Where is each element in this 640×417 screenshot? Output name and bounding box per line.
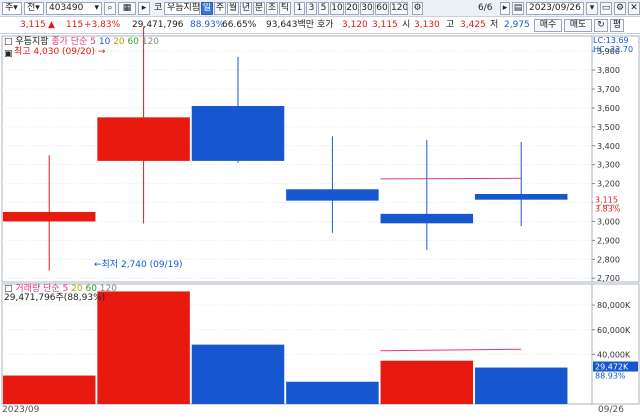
candle-body [286, 189, 379, 201]
candle-body [380, 213, 474, 224]
legend-period-5: 5 [90, 37, 96, 47]
price-tick-label: 3,700 [597, 85, 620, 94]
price-tick-label: 3,200 [597, 180, 620, 189]
volume-bar [380, 360, 474, 404]
high-annotation: 최고 4,030 (09/20) → [14, 47, 105, 58]
volume-bar [474, 367, 568, 404]
low-annotation-text: 최저 2,740 (09/19) [101, 260, 183, 270]
current-volume-tag: 29,472K [595, 363, 629, 372]
legend-stock-name: 우듬지팜 [15, 37, 49, 47]
legend-ma-label: 종가 단순 [51, 37, 88, 47]
price-tick-label: 2,900 [597, 236, 620, 245]
volume-bar [191, 344, 285, 404]
pane-menu-icon[interactable]: ▣ [4, 49, 13, 60]
candle-body [191, 106, 285, 161]
legend-period-20: 20 [113, 37, 125, 47]
stock-chart: 3,9003,8003,7003,6003,5003,4003,3003,200… [1, 26, 640, 405]
low-annotation: ←최저 2,740 (09/19) [94, 260, 183, 271]
current-pct-tag: 3.83% [595, 205, 621, 214]
volume-bar [286, 381, 379, 404]
candle-body [2, 211, 96, 222]
price-tick-label: 3,500 [597, 123, 620, 132]
price-tick-label: 2,800 [597, 255, 620, 264]
price-tick-label: 3,000 [597, 217, 620, 226]
volume-text: 29,471,796주(88,93%) [4, 293, 106, 303]
ma5-line [380, 177, 522, 180]
arrow-right-icon: → [97, 47, 106, 57]
volume-bar [97, 291, 190, 404]
x-axis-right-label: 09/26 [598, 405, 624, 415]
arrow-left-icon: ← [94, 260, 102, 270]
legend-period-120: 120 [141, 37, 160, 47]
price-tick-label: 2,700 [597, 274, 620, 283]
volume-tick-label: 80,000K [597, 301, 631, 310]
price-tick-label: 3,800 [597, 66, 620, 75]
volume-bar [2, 375, 96, 404]
legend-period-10: 10 [98, 37, 111, 47]
volume-tick-label: 40,000K [597, 351, 631, 360]
price-tick-label: 3,600 [597, 104, 620, 113]
x-axis-left-label: 2023/09 [2, 405, 40, 415]
current-price-tag: 3,115 [595, 196, 618, 205]
candle-body [97, 117, 190, 161]
price-tick-label: 3,400 [597, 142, 620, 151]
legend-box-icon: □ [4, 37, 13, 47]
current-volume-ratio-tag: 88.93% [595, 372, 626, 381]
price-tick-label: 3,300 [597, 161, 620, 170]
volume-tick-label: 60,000K [597, 326, 631, 335]
price-pane [1, 35, 593, 283]
high-annotation-text: 최고 4,030 (09/20) [14, 47, 96, 57]
hc-label: HC:-22.70 [593, 45, 634, 54]
legend-period-60: 60 [127, 37, 139, 47]
candle-body [474, 194, 568, 200]
